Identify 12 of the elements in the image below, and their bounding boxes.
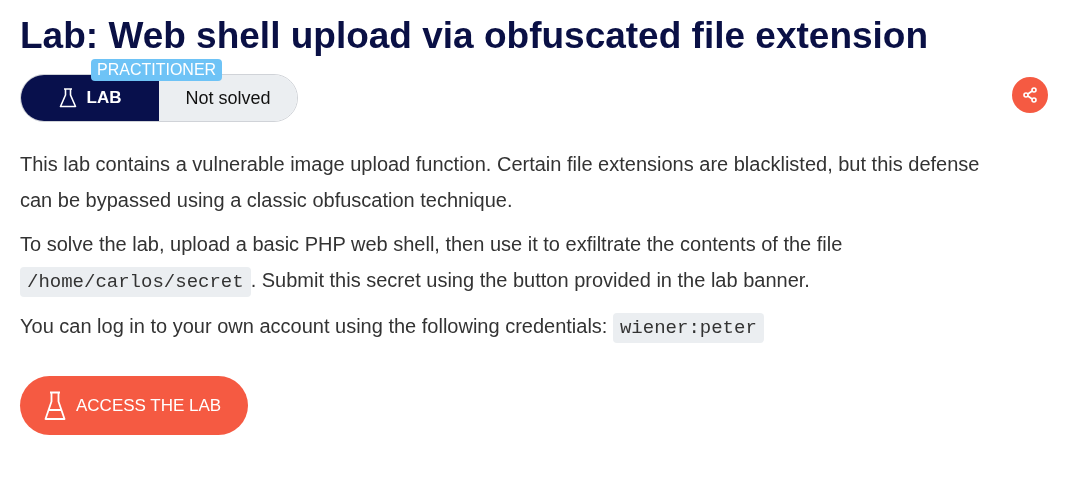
share-button[interactable] <box>1012 77 1048 113</box>
description-text: This lab contains a vulnerable image upload function. Certain file extensions are blacklisted, but this defense can be bypassed using a classic obfuscation technique. <box>20 152 980 213</box>
description-text: To solve the lab, upload a basic PHP web shell, then use it to exfiltrate the contents of the file /home/carlos/secret . Submit this secret using the button provided in the lab banner. <box>20 226 980 300</box>
flask-icon <box>44 390 66 421</box>
lab-type-text: LAB <box>86 88 122 108</box>
level-badge: PRACTITIONER <box>91 59 223 81</box>
description-text: You can log in to your own account using the following credentials: wiener:peter <box>20 308 980 346</box>
flask-icon <box>58 88 77 108</box>
access-lab-button[interactable]: ACCESS THE LAB <box>20 376 249 435</box>
share-icon <box>1022 87 1038 103</box>
page-title: Lab: Web shell upload via obfuscated file extension <box>20 14 929 58</box>
lab-status: Not solved <box>159 75 297 121</box>
